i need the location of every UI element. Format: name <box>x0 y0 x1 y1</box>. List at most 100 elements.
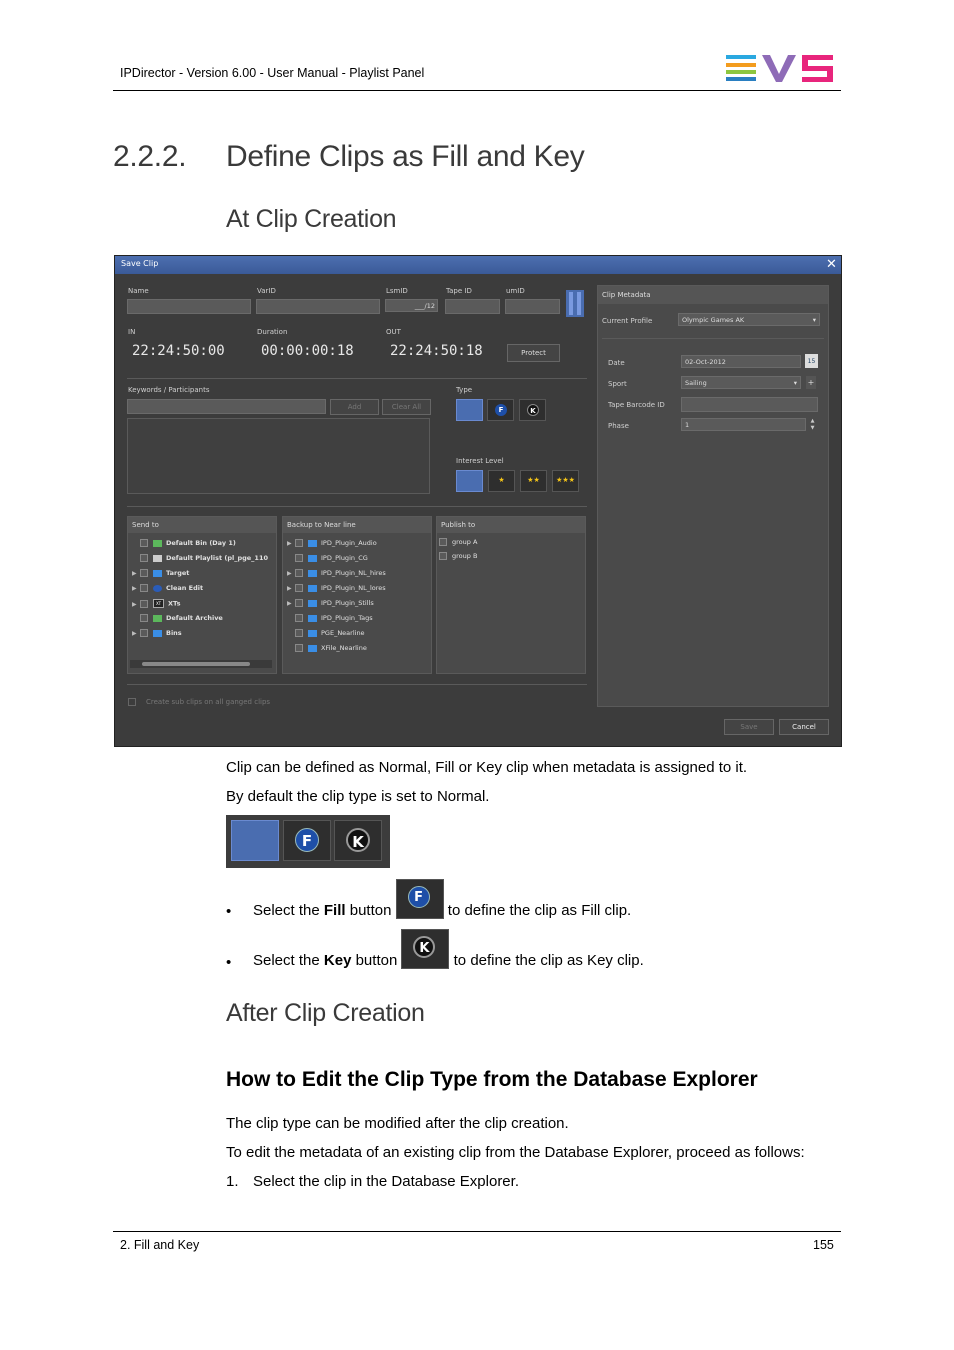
sport-select[interactable]: Sailing ▾ <box>681 376 801 389</box>
cancel-button[interactable]: Cancel <box>779 719 829 735</box>
paragraph: The clip type can be modified after the … <box>226 1115 569 1132</box>
tree-item[interactable]: IPD_Plugin_CG <box>287 554 368 562</box>
calendar-icon[interactable]: 15 <box>805 354 818 368</box>
key-button-image: K <box>401 929 450 969</box>
send-to-header: Send to <box>128 517 276 533</box>
subheading-at-clip-creation: At Clip Creation <box>226 205 397 233</box>
paragraph: Clip can be defined as Normal, Fill or K… <box>226 759 748 776</box>
tape-barcode-field[interactable] <box>681 397 818 412</box>
section-heading: 2.2.2. Define Clips as Fill and Key <box>113 140 585 173</box>
tree-item[interactable]: PGE_Nearline <box>287 629 365 637</box>
header-title: IPDirector - Version 6.00 - User Manual … <box>120 66 425 80</box>
divider <box>127 684 587 685</box>
divider <box>127 378 587 379</box>
key-icon: K <box>527 404 539 416</box>
duration-label: Duration <box>257 328 288 336</box>
keywords-list[interactable] <box>127 418 430 494</box>
step-text: Select the clip in the Database Explorer… <box>253 1173 519 1190</box>
umid-field[interactable] <box>505 299 560 314</box>
step-number: 1. <box>226 1173 239 1190</box>
tape-barcode-label: Tape Barcode ID <box>608 401 665 409</box>
type-key-button[interactable]: K <box>519 399 546 421</box>
clear-all-button[interactable]: Clear All <box>382 399 431 415</box>
dialog-title: Save Clip <box>121 259 159 268</box>
tree-item[interactable]: ▶ Target <box>132 569 189 577</box>
tree-item[interactable]: XFile_Nearline <box>287 644 367 652</box>
umid-label: umID <box>506 287 525 295</box>
scrollbar[interactable] <box>130 660 272 668</box>
tree-item[interactable]: group B <box>439 552 477 560</box>
tree-item[interactable]: ▶ IPD_Plugin_Audio <box>287 539 377 547</box>
chevron-down-icon: ▾ <box>812 316 816 324</box>
bullet-marker: • <box>226 954 232 971</box>
type-fill-button[interactable]: F <box>487 399 514 421</box>
profile-label: Current Profile <box>602 317 653 325</box>
key-icon: K <box>346 828 370 852</box>
tree-item[interactable]: Default Bin (Day 1) <box>132 539 236 547</box>
add-button[interactable]: Add <box>330 399 379 415</box>
star-icon: ★ <box>498 476 505 484</box>
tree-item[interactable]: Default Archive <box>132 614 223 622</box>
tree-item[interactable]: ▶ Clean Edit <box>132 584 203 592</box>
divider <box>127 506 587 507</box>
pause-icon <box>566 290 584 317</box>
lsmid-label: LsmID <box>386 287 408 295</box>
key-type-button: K <box>334 820 382 861</box>
in-label: IN <box>128 328 136 336</box>
tree-item[interactable]: Default Playlist (pl_pge_110 <box>132 554 268 562</box>
interest-label: Interest Level <box>456 457 504 465</box>
create-sub-clips-checkbox[interactable]: Create sub clips on all ganged clips <box>128 698 270 706</box>
star-icon: ★★★ <box>556 476 575 484</box>
lsmid-field[interactable]: ___/12 <box>385 299 438 312</box>
dialog-titlebar <box>115 256 841 274</box>
tapeid-field[interactable] <box>445 299 500 314</box>
normal-type-button <box>231 820 279 861</box>
sport-label: Sport <box>608 380 627 388</box>
subheading-after-clip-creation: After Clip Creation <box>226 999 425 1027</box>
fill-icon: F <box>295 828 319 852</box>
type-label: Type <box>456 386 473 394</box>
phase-field[interactable]: 1 <box>681 418 806 431</box>
date-field[interactable]: 02-Oct-2012 <box>681 355 801 368</box>
tree-item[interactable]: group A <box>439 538 477 546</box>
keywords-input[interactable] <box>127 399 326 414</box>
save-button[interactable]: Save <box>724 719 774 735</box>
fill-icon: F <box>407 886 430 908</box>
varid-label: VarID <box>257 287 276 295</box>
varid-field[interactable] <box>256 299 380 314</box>
name-field[interactable] <box>127 299 251 314</box>
type-normal-button[interactable] <box>456 399 483 421</box>
paragraph: To edit the metadata of an existing clip… <box>226 1144 805 1161</box>
tree-item[interactable]: ▶ IPD_Plugin_NL_lores <box>287 584 386 592</box>
interest-1-button[interactable]: ★ <box>488 470 515 492</box>
in-timecode: 22:24:50:00 <box>132 343 225 359</box>
protect-button[interactable]: Protect <box>507 344 560 362</box>
interest-3-button[interactable]: ★★★ <box>552 470 579 492</box>
stepper-icon[interactable]: ▲ ▼ <box>808 418 817 433</box>
clip-metadata-panel: Clip Metadata Current Profile Olympic Ga… <box>597 285 829 707</box>
duration-timecode: 00:00:00:18 <box>261 343 354 359</box>
bullet-fill: Select the Fill button F to define the c… <box>253 879 631 919</box>
bullet-marker: • <box>226 903 232 920</box>
evs-logo <box>726 55 833 82</box>
tree-item[interactable]: ▶ IPD_Plugin_NL_hires <box>287 569 386 577</box>
tree-item[interactable]: IPD_Plugin_Tags <box>287 614 373 622</box>
tree-item[interactable]: ▶ Bins <box>132 629 182 637</box>
scrollbar-thumb[interactable] <box>142 662 250 666</box>
tree-item[interactable]: ▶ IPD_Plugin_Stills <box>287 599 374 607</box>
profile-select[interactable]: Olympic Games AK ▾ <box>678 313 820 326</box>
tree-item[interactable]: ▶ XT XTs <box>132 599 180 608</box>
add-icon[interactable]: + <box>806 376 816 389</box>
paragraph: By default the clip type is set to Norma… <box>226 788 490 805</box>
how-to-heading: How to Edit the Clip Type from the Datab… <box>226 1068 758 1091</box>
interest-2-button[interactable]: ★★ <box>520 470 547 492</box>
keywords-label: Keywords / Participants <box>128 386 210 394</box>
name-label: Name <box>128 287 149 295</box>
close-icon[interactable]: ✕ <box>826 257 837 272</box>
publish-header: Publish to <box>437 517 585 533</box>
date-label: Date <box>608 359 625 367</box>
interest-none-button[interactable] <box>456 470 483 492</box>
clip-metadata-header: Clip Metadata <box>598 286 828 304</box>
star-icon: ★★ <box>527 476 540 484</box>
backup-panel: Backup to Near line ▶ IPD_Plugin_Audio IP… <box>282 516 432 674</box>
